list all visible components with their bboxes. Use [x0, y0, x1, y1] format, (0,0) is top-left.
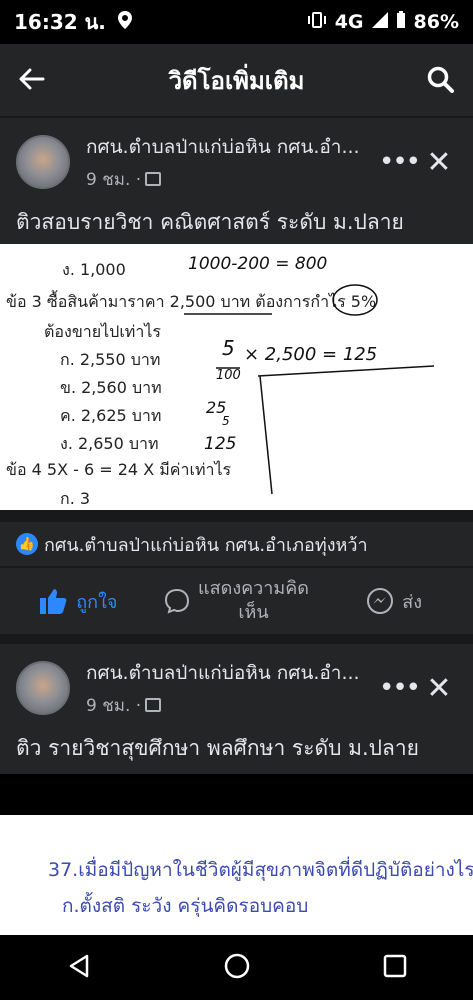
post-time: 9 ชม. ·: [86, 169, 142, 190]
avatar[interactable]: [16, 135, 70, 189]
back-nav-button[interactable]: [67, 954, 91, 982]
triangle-back-icon: [69, 954, 88, 977]
status-bar: 16:32 น. 4G 86%: [0, 0, 473, 44]
app-bar: วิดีโอเพิ่มเติม: [0, 44, 473, 116]
post-card: กศน.ตำบลป่าแก่บ่อหิน กศน.อำ... 9 ชม. · •…: [0, 118, 473, 244]
avatar[interactable]: [16, 661, 70, 715]
video-option-a: ก. 2,550 บาท: [60, 350, 161, 369]
video-player[interactable]: ง. 1,000 1000-200 = 800 ข้อ 3 ซื้อสินค้า…: [0, 244, 473, 510]
page-name: กศน.ตำบลป่าแก่บ่อหิน กศน.อำเภอทุ่งหว้า: [44, 534, 368, 556]
share-label: ส่ง: [402, 591, 423, 613]
like-label: ถูกใจ: [76, 591, 118, 613]
more-options-button[interactable]: •••: [379, 147, 421, 177]
video-handwriting: 100: [216, 368, 241, 383]
comment-label: แสดงความคิด เห็น: [198, 578, 309, 623]
network-label: 4G: [334, 11, 364, 33]
search-button[interactable]: [409, 66, 473, 94]
comment-icon: [165, 588, 190, 614]
video-text-line: 37.เมื่อมีปัญหาในชีวิตผู้มีสุขภาพจิตที่ด…: [48, 859, 473, 881]
post-actions: ถูกใจ แสดงความคิด เห็น ส่ง: [0, 568, 473, 634]
arrow-left-icon: [19, 68, 45, 89]
page-title: วิดีโอเพิ่มเติม: [168, 66, 305, 95]
post-caption: ติวสอบรายวิชา คณิตศาสตร์ ระดับ ม.ปลาย: [16, 210, 404, 234]
post-author[interactable]: กศน.ตำบลป่าแก่บ่อหิน กศน.อำ...: [86, 132, 379, 162]
video-handwriting: × 2,500 = 125: [244, 344, 378, 365]
home-nav-button[interactable]: [224, 953, 250, 983]
status-time: 16:32 น.: [14, 10, 106, 34]
video-letterbox: [0, 774, 473, 815]
video-option-d: ง. 2,650 บาท: [60, 434, 159, 453]
video-question-4-option-a: ก. 3: [60, 489, 91, 508]
close-button[interactable]: ✕: [419, 671, 459, 706]
post-card: กศน.ตำบลป่าแก่บ่อหิน กศน.อำ... 9 ชม. · •…: [0, 644, 473, 774]
location-icon: [117, 10, 132, 34]
video-option-c: ค. 2,625 บาท: [60, 406, 162, 425]
recents-nav-button[interactable]: [383, 954, 407, 982]
square-recents-icon: [383, 954, 406, 977]
post-time: 9 ชม. ·: [86, 695, 142, 716]
more-options-button[interactable]: •••: [379, 673, 421, 703]
like-button[interactable]: ถูกใจ: [0, 587, 158, 616]
video-player[interactable]: 37.เมื่อมีปัญหาในชีวิตผู้มีสุขภาพจิตที่ด…: [0, 815, 473, 935]
thumbs-up-icon: 👍: [16, 533, 38, 555]
photo-icon: [145, 172, 162, 186]
post-header: กศน.ตำบลป่าแก่บ่อหิน กศน.อำ... 9 ชม. · •…: [0, 118, 473, 194]
post-caption: ติว รายวิชาสุขศึกษา พลศึกษา ระดับ ม.ปลาย: [16, 736, 419, 760]
video-question-3-sub: ต้องขายไปเท่าไร: [44, 322, 161, 341]
search-icon: [427, 66, 454, 93]
vibrate-icon: [307, 11, 327, 33]
post-header: กศน.ตำบลป่าแก่บ่อหิน กศน.อำ... 9 ชม. · •…: [0, 644, 473, 720]
battery-icon: [396, 10, 406, 34]
close-button[interactable]: ✕: [419, 145, 459, 180]
video-handwriting: 125: [204, 434, 237, 454]
divider: [0, 634, 473, 644]
circle-home-icon: [224, 953, 249, 978]
video-option-b: ข. 2,560 บาท: [60, 378, 162, 397]
video-handwriting: 5: [222, 336, 235, 360]
photo-icon: [145, 698, 162, 712]
messenger-icon: [367, 588, 394, 614]
video-question-4: ข้อ 4 5X - 6 = 24 X มีค่าเท่าไร: [6, 460, 232, 479]
system-nav-bar: [0, 935, 473, 1000]
thumbs-up-icon: [40, 589, 67, 614]
comment-button[interactable]: แสดงความคิด เห็น: [158, 577, 316, 625]
post-author[interactable]: กศน.ตำบลป่าแก่บ่อหิน กศน.อำ...: [86, 658, 379, 688]
share-button[interactable]: ส่ง: [315, 587, 473, 616]
battery-level: 86%: [413, 11, 459, 33]
page-attribution[interactable]: 👍 กศน.ตำบลป่าแก่บ่อหิน กศน.อำเภอทุ่งหว้า: [0, 522, 473, 566]
video-handwriting: 5: [222, 414, 230, 428]
back-button[interactable]: [0, 63, 64, 98]
signal-icon: [371, 11, 388, 33]
video-text-line: ก.ตั้งสติ ระวัง ครุ่นคิดรอบคอบ: [62, 895, 309, 917]
